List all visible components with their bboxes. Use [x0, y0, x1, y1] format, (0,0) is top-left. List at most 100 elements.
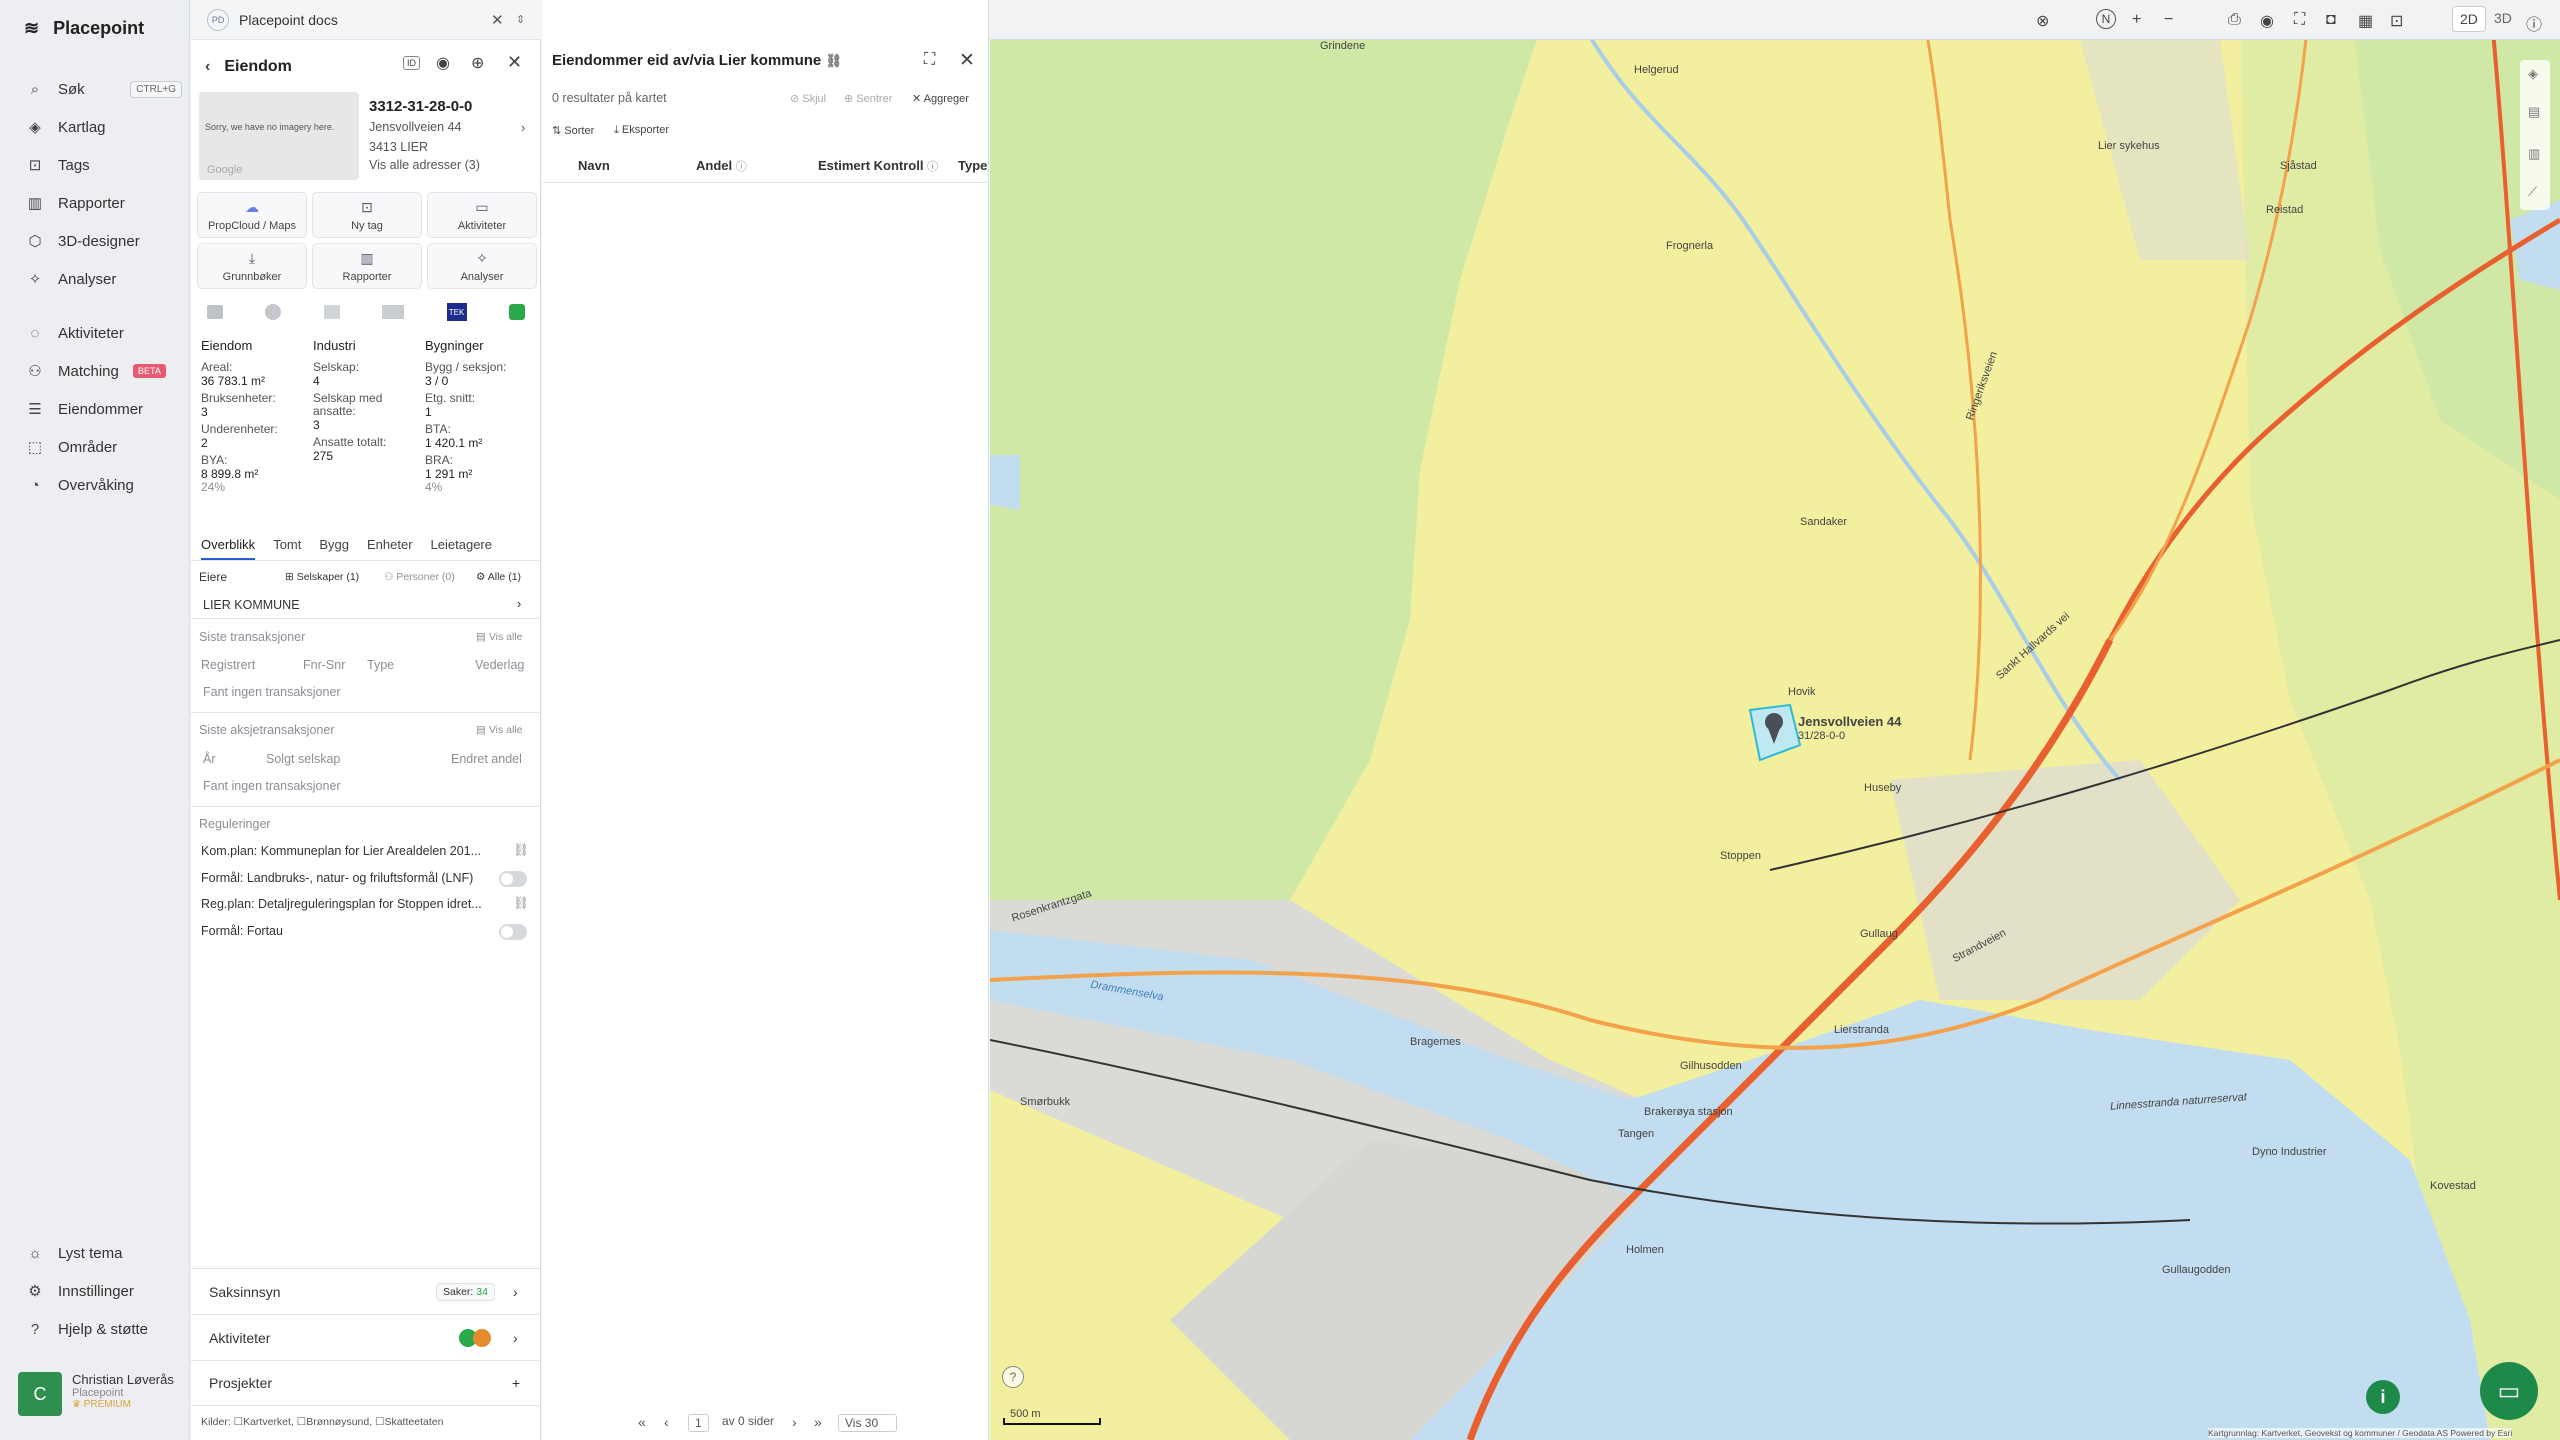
- column-control[interactable]: Estimert Kontroll ⓘ: [818, 158, 938, 174]
- reports-button[interactable]: ▥ Rapporter: [312, 243, 422, 289]
- mode-2d-button[interactable]: 2D: [2452, 6, 2486, 32]
- chart-icon[interactable]: ▥: [2528, 146, 2540, 162]
- source-icon-3[interactable]: [323, 305, 340, 319]
- zoom-in-icon[interactable]: +: [2132, 11, 2141, 29]
- new-tag-button[interactable]: ⊡ Ny tag: [312, 192, 422, 238]
- nav-item-eiendommer[interactable]: ☰ Eiendommer: [26, 396, 176, 422]
- source-icon-2[interactable]: [265, 304, 282, 320]
- nav-item-omrader[interactable]: ⬚ Områder: [26, 434, 176, 460]
- link-icon[interactable]: ⛓: [513, 896, 529, 911]
- owner-row[interactable]: LIER KOMMUNE: [203, 598, 300, 612]
- per-page-select[interactable]: Vis 30: [838, 1414, 898, 1432]
- column-share[interactable]: Andel ⓘ: [696, 158, 747, 174]
- activities-button[interactable]: ▭ Aktiviteter: [427, 192, 537, 238]
- nav-item-3d-designer[interactable]: ⬡ 3D-designer: [26, 228, 176, 254]
- link-icon[interactable]: ⛓: [513, 843, 529, 858]
- docs-tab[interactable]: PD Placepoint docs ✕ ⇕: [191, 0, 541, 40]
- tab-leietagere[interactable]: Leietagere: [431, 533, 492, 560]
- expand-icon[interactable]: ⛶: [924, 51, 935, 69]
- last-page-button[interactable]: »: [814, 1414, 822, 1430]
- plus-icon[interactable]: +: [512, 1375, 520, 1391]
- propcloud-button[interactable]: ☁ PropCloud / Maps: [197, 192, 307, 238]
- close-icon[interactable]: ✕: [507, 52, 522, 73]
- target-icon[interactable]: ⊕: [471, 53, 484, 73]
- nav-item-light-theme[interactable]: ☼ Lyst tema: [26, 1240, 176, 1266]
- chevron-right-icon[interactable]: ›: [521, 120, 525, 135]
- help-icon[interactable]: ?: [1002, 1366, 1024, 1388]
- print-icon[interactable]: ⎙: [2228, 11, 2241, 29]
- legend-icon[interactable]: ▤: [2528, 104, 2540, 120]
- brand[interactable]: ≋ Placepoint: [24, 18, 144, 39]
- camera-icon[interactable]: ◘: [2326, 11, 2336, 29]
- show-all-transactions[interactable]: ▤ Vis alle: [476, 631, 523, 643]
- id-card-icon[interactable]: ID: [403, 56, 420, 70]
- nav-item-matching[interactable]: ⚇ Matching BETA: [26, 358, 176, 384]
- back-icon[interactable]: ‹: [205, 58, 210, 76]
- sort-button[interactable]: ⇅ Sorter: [552, 124, 594, 137]
- aktiviteter-accordion[interactable]: Aktiviteter ›: [191, 1314, 541, 1360]
- aggregate-button[interactable]: ✕ Aggreger: [912, 92, 969, 105]
- nav-item-kartlag[interactable]: ◈ Kartlag: [26, 114, 176, 140]
- zoom-out-icon[interactable]: −: [2164, 11, 2173, 29]
- measure-icon[interactable]: ⟋: [2528, 184, 2537, 200]
- street-view-thumbnail[interactable]: Sorry, we have no imagery here. Google: [199, 92, 359, 180]
- chevron-updown-icon[interactable]: ⇕: [516, 13, 525, 26]
- eye-icon[interactable]: ◉: [2260, 11, 2274, 31]
- column-name[interactable]: Navn: [578, 158, 610, 173]
- hide-button[interactable]: ⊘ Skjul: [790, 92, 826, 105]
- bookmark-icon[interactable]: ⊡: [2390, 11, 2403, 31]
- column-type[interactable]: Type: [958, 158, 987, 173]
- grid-icon[interactable]: ▦: [2358, 11, 2373, 31]
- prosjekter-accordion[interactable]: Prosjekter +: [191, 1360, 541, 1406]
- tab-bygg[interactable]: Bygg: [319, 533, 349, 560]
- regulation-item[interactable]: Reg.plan: Detaljreguleringsplan for Stop…: [201, 897, 482, 911]
- source-icon-4[interactable]: [382, 305, 405, 319]
- prev-page-button[interactable]: ‹: [664, 1414, 669, 1430]
- nav-item-search[interactable]: ⌕ Søk CTRL+G: [26, 76, 182, 102]
- export-button[interactable]: ⤓ Eksporter: [614, 124, 669, 137]
- eye-icon[interactable]: ◉: [436, 53, 450, 73]
- layers-toggle-icon[interactable]: ⊗: [2036, 11, 2049, 31]
- nav-item-rapporter[interactable]: ▥ Rapporter: [26, 190, 176, 216]
- nav-item-settings[interactable]: ⚙ Innstillinger: [26, 1278, 176, 1304]
- all-addresses-link[interactable]: Vis alle adresser (3): [369, 158, 480, 172]
- saksinnsyn-accordion[interactable]: Saksinnsyn Saker: 34 ›: [191, 1268, 541, 1314]
- info-icon[interactable]: ⓘ: [2526, 11, 2542, 35]
- nav-item-overvaking[interactable]: ◔ Overvåking: [26, 472, 176, 498]
- mode-3d-button[interactable]: 3D: [2494, 10, 2512, 26]
- info-icon[interactable]: i: [2366, 1380, 2400, 1414]
- map-canvas[interactable]: Jensvollveien 44 31/28-0-0 500 m Kartgru…: [990, 0, 2560, 1440]
- tab-enheter[interactable]: Enheter: [367, 533, 413, 560]
- land-registry-button[interactable]: ⤓ Grunnbøker: [197, 243, 307, 289]
- analyze-button[interactable]: ✧ Analyser: [427, 243, 537, 289]
- tab-overblikk[interactable]: Overblikk: [201, 533, 256, 560]
- nav-item-analyser[interactable]: ✧ Analyser: [26, 266, 176, 292]
- filter-persons[interactable]: ⚇ Personer (0): [384, 571, 455, 583]
- filter-companies[interactable]: ⊞ Selskaper (1): [285, 571, 359, 583]
- user-profile[interactable]: C Christian Løverås Placepoint ♛ PREMIUM: [18, 1372, 178, 1422]
- show-all-share-tx[interactable]: ▤ Vis alle: [476, 724, 523, 736]
- close-icon[interactable]: ✕: [491, 11, 504, 29]
- link-icon[interactable]: ⛓: [825, 53, 842, 68]
- filter-all[interactable]: ⚙ Alle (1): [476, 571, 521, 583]
- center-button[interactable]: ⊕ Sentrer: [844, 92, 892, 105]
- nav-item-help[interactable]: ? Hjelp & støtte: [26, 1316, 176, 1342]
- next-page-button[interactable]: ›: [792, 1414, 797, 1430]
- first-page-button[interactable]: «: [638, 1414, 646, 1430]
- fortau-toggle[interactable]: [499, 924, 527, 940]
- chat-support-icon[interactable]: ▭: [2480, 1362, 2538, 1420]
- fullscreen-icon[interactable]: ⛶: [2294, 11, 2305, 29]
- source-icon-1[interactable]: [207, 305, 223, 319]
- lnf-toggle[interactable]: [499, 871, 527, 887]
- north-compass-icon[interactable]: N: [2096, 9, 2116, 29]
- close-icon[interactable]: ✕: [959, 49, 975, 72]
- regulation-item[interactable]: Kom.plan: Kommuneplan for Lier Arealdele…: [201, 844, 481, 858]
- nav-item-tags[interactable]: ⊡ Tags: [26, 152, 176, 178]
- layers-icon[interactable]: ◈: [2528, 66, 2538, 82]
- tab-tomt[interactable]: Tomt: [273, 533, 301, 560]
- nav-item-aktiviteter[interactable]: ◌ Aktiviteter: [26, 320, 176, 346]
- tek-icon[interactable]: TEK: [446, 303, 467, 321]
- regulation-item[interactable]: Formål: Landbruks-, natur- og friluftsfo…: [201, 871, 473, 885]
- green-source-icon[interactable]: [508, 304, 525, 320]
- regulation-item[interactable]: Formål: Fortau: [201, 924, 283, 938]
